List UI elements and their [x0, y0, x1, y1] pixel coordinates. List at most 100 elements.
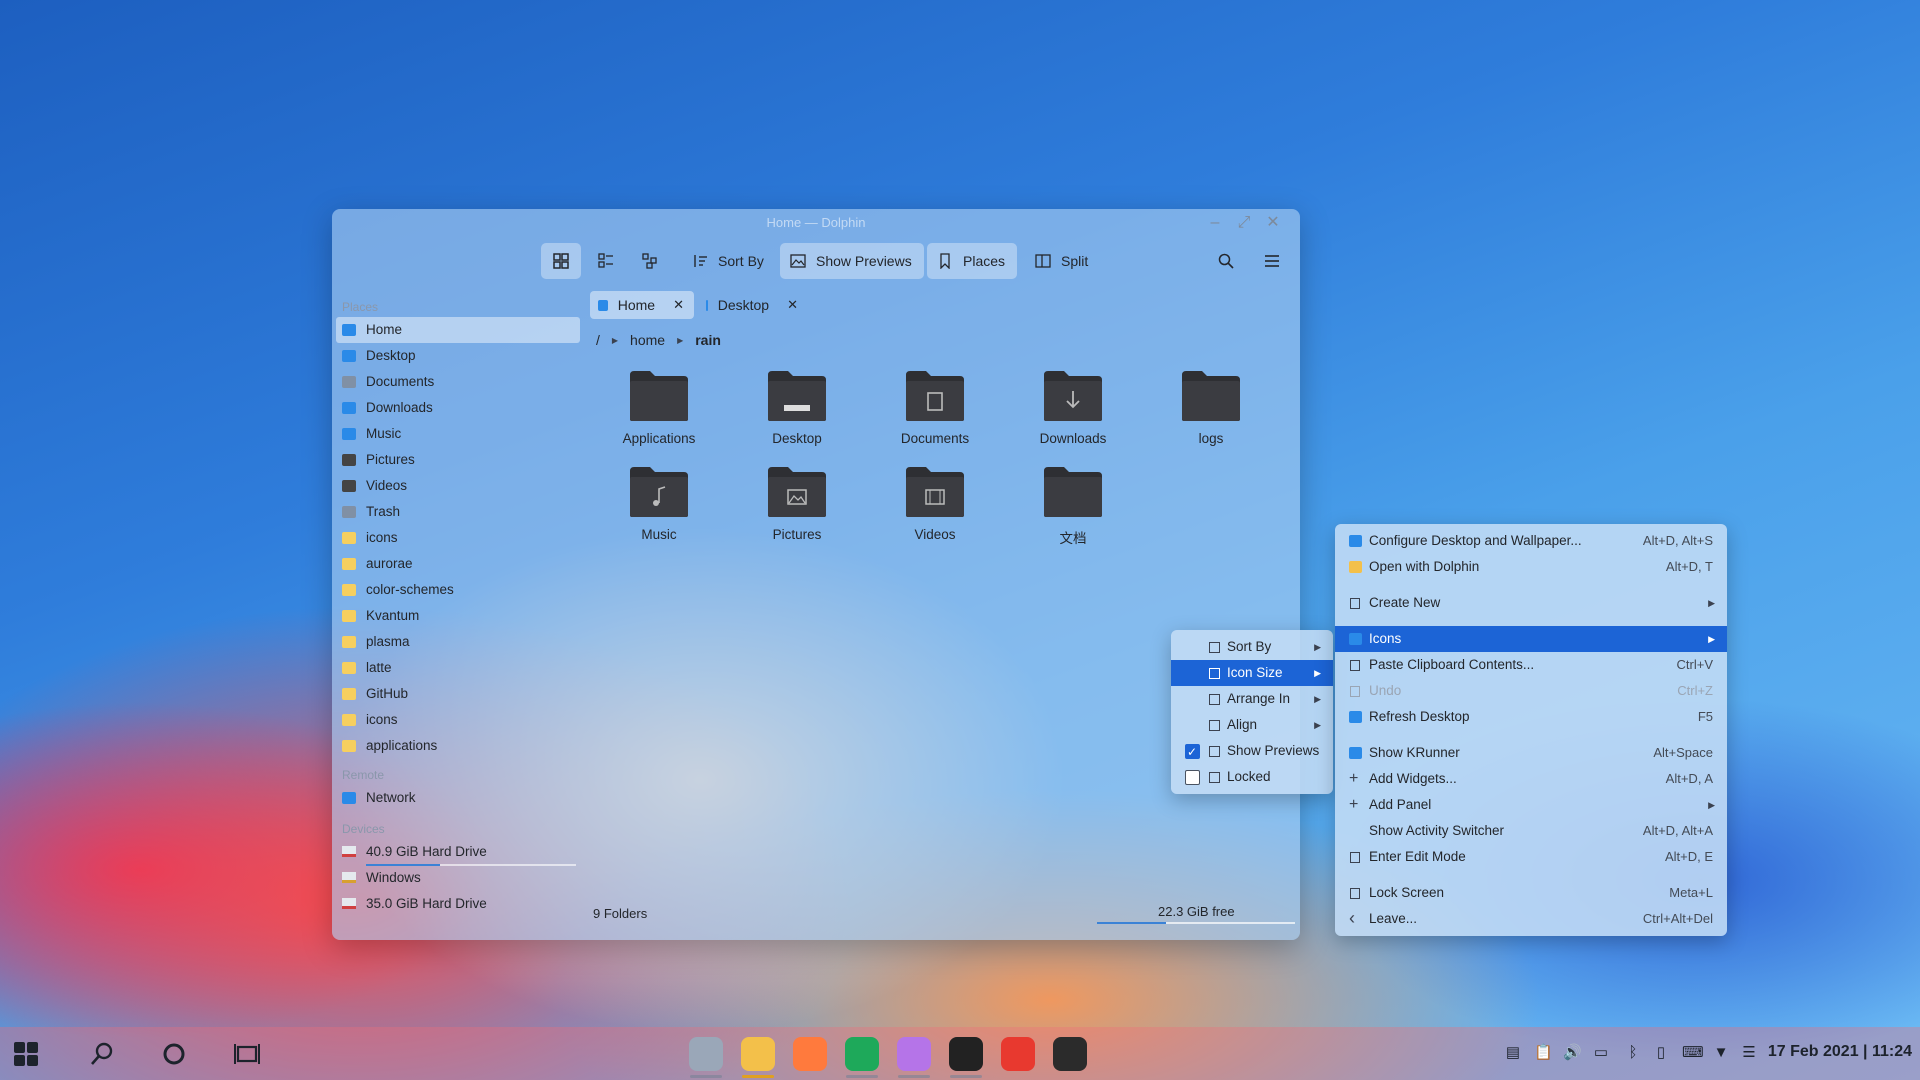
context-item-leave[interactable]: ‹ Leave... Ctrl+Alt+Del: [1335, 906, 1727, 932]
wifi-icon[interactable]: ▼: [1712, 1044, 1730, 1062]
submenu-item-show-previews[interactable]: Show Previews: [1171, 738, 1333, 765]
checkbox[interactable]: [1185, 770, 1200, 785]
submenu-item-sort-by[interactable]: Sort By ▶: [1171, 634, 1333, 660]
sidebar-item-aurorae[interactable]: aurorae: [336, 551, 580, 577]
sidebar-item-icons[interactable]: icons: [336, 707, 580, 733]
tab-home[interactable]: Home ✕: [590, 291, 694, 319]
compact-view-icon: [598, 253, 613, 268]
taskbar-app-netease-music[interactable]: [994, 1027, 1042, 1080]
hamburger-menu-button[interactable]: [1252, 243, 1292, 279]
folder-item[interactable]: Music: [590, 465, 728, 542]
search-button[interactable]: [84, 1027, 120, 1080]
folder-item[interactable]: Documents: [866, 369, 1004, 446]
chevron-right-icon: ▶: [1708, 634, 1715, 644]
tab-desktop[interactable]: Desktop ✕: [698, 291, 808, 319]
minimize-button[interactable]: –: [1206, 214, 1224, 232]
folder-item[interactable]: Videos: [866, 465, 1004, 542]
sidebar-item-desktop[interactable]: Desktop: [336, 343, 580, 369]
sidebar-item-trash[interactable]: Trash: [336, 499, 580, 525]
compact-view-button[interactable]: [586, 243, 626, 279]
list-icon[interactable]: ☰: [1740, 1044, 1758, 1062]
context-item-enter-edit-mode[interactable]: Enter Edit Mode Alt+D, E: [1335, 844, 1727, 870]
close-tab-icon[interactable]: ✕: [673, 297, 684, 313]
sidebar-item-network[interactable]: Network: [336, 785, 580, 811]
sidebar-item-applications[interactable]: applications: [336, 733, 580, 759]
sidebar-item-pictures[interactable]: Pictures: [336, 447, 580, 473]
sidebar-item-latte[interactable]: latte: [336, 655, 580, 681]
context-item-refresh-desktop[interactable]: Refresh Desktop F5: [1335, 704, 1727, 730]
sidebar-item-hard-drive-2[interactable]: 35.0 GiB Hard Drive: [336, 891, 580, 917]
folder-item[interactable]: Pictures: [728, 465, 866, 542]
chat-icon[interactable]: ▤: [1504, 1044, 1522, 1062]
breadcrumb-root[interactable]: /: [596, 332, 600, 348]
context-item-show-krunner[interactable]: Show KRunner Alt+Space: [1335, 740, 1727, 766]
folder-item[interactable]: Desktop: [728, 369, 866, 446]
context-item-show-activity-switcher[interactable]: Show Activity Switcher Alt+D, Alt+A: [1335, 818, 1727, 844]
bluetooth-icon[interactable]: ᛒ: [1624, 1044, 1642, 1062]
task-view-button[interactable]: [229, 1027, 265, 1080]
sidebar-item-windows[interactable]: Windows: [336, 865, 580, 891]
context-item-open-with-dolphin[interactable]: Open with Dolphin Alt+D, T: [1335, 554, 1727, 580]
breadcrumb-current[interactable]: rain: [695, 332, 721, 348]
clipboard-icon[interactable]: 📋: [1534, 1044, 1553, 1062]
taskbar-app-dolphin[interactable]: [734, 1027, 782, 1080]
taskbar-app-edge[interactable]: [838, 1027, 886, 1080]
search-button[interactable]: [1206, 243, 1246, 279]
system-settings-icon: [689, 1036, 723, 1071]
sidebar-item-music[interactable]: Music: [336, 421, 580, 447]
phone-icon[interactable]: ▯: [1652, 1044, 1670, 1062]
taskbar-app-github[interactable]: [942, 1027, 990, 1080]
sidebar-item-home[interactable]: Home: [336, 317, 580, 343]
maximize-button[interactable]: ⤢: [1235, 214, 1253, 232]
folder-item[interactable]: 文档: [1004, 465, 1142, 547]
sidebar-item-videos[interactable]: Videos: [336, 473, 580, 499]
folder-icon: [342, 610, 356, 622]
show-previews-button[interactable]: Show Previews: [780, 243, 924, 279]
taskbar-app-store[interactable]: [890, 1027, 938, 1080]
sidebar-item-github[interactable]: GitHub: [336, 681, 580, 707]
volume-icon[interactable]: 🔊: [1563, 1044, 1582, 1062]
close-tab-icon[interactable]: ✕: [787, 297, 798, 313]
submenu-item-icon-size[interactable]: Icon Size ▶: [1171, 660, 1333, 686]
folder-item[interactable]: Downloads: [1004, 369, 1142, 446]
sidebar-item-hard-drive-1[interactable]: 40.9 GiB Hard Drive: [336, 839, 580, 866]
close-button[interactable]: ✕: [1264, 214, 1282, 232]
breadcrumb-home[interactable]: home: [630, 332, 665, 348]
submenu-item-locked[interactable]: Locked: [1171, 764, 1333, 790]
submenu-item-arrange-in[interactable]: Arrange In ▶: [1171, 686, 1333, 712]
places-button[interactable]: Places: [927, 243, 1018, 279]
folder-icon: [342, 662, 356, 674]
context-item-icons[interactable]: Icons ▶: [1335, 626, 1727, 652]
battery-icon[interactable]: ▭: [1592, 1044, 1610, 1062]
folder-item[interactable]: logs: [1142, 369, 1280, 446]
sidebar-item-color-schemes[interactable]: color-schemes: [336, 577, 580, 603]
sidebar-item-downloads[interactable]: Downloads: [336, 395, 580, 421]
taskbar-app-typora[interactable]: [1046, 1027, 1094, 1080]
details-view-button[interactable]: [630, 243, 670, 279]
split-button[interactable]: Split: [1025, 243, 1100, 279]
context-item-create-new[interactable]: Create New ▶: [1335, 590, 1727, 616]
context-item-lock-screen[interactable]: Lock Screen Meta+L: [1335, 880, 1727, 906]
icons-view-button[interactable]: [541, 243, 581, 279]
sidebar-item-plasma[interactable]: plasma: [336, 629, 580, 655]
sidebar-item-documents[interactable]: Documents: [336, 369, 580, 395]
running-indicator: [898, 1075, 930, 1078]
submenu-item-align[interactable]: Align ▶: [1171, 712, 1333, 738]
context-item-add-panel[interactable]: + Add Panel ▶: [1335, 792, 1727, 818]
taskbar-app-system-settings[interactable]: [682, 1027, 730, 1080]
sidebar-item-icons[interactable]: icons: [336, 525, 580, 551]
folder-label: Music: [641, 527, 677, 542]
taskbar-app-firefox[interactable]: [786, 1027, 834, 1080]
keyboard-icon[interactable]: ⌨: [1682, 1044, 1704, 1062]
sidebar-item-kvantum[interactable]: Kvantum: [336, 603, 580, 629]
checkbox[interactable]: [1185, 739, 1200, 765]
title-bar[interactable]: Home — Dolphin – ⤢ ✕: [332, 209, 1300, 237]
krunner-button[interactable]: [156, 1027, 192, 1080]
sort-by-button[interactable]: Sort By: [682, 243, 776, 279]
context-item-configure-desktop-and-wallpaper[interactable]: Configure Desktop and Wallpaper... Alt+D,…: [1335, 528, 1727, 554]
start-menu-button[interactable]: [8, 1027, 44, 1080]
context-item-add-widgets[interactable]: + Add Widgets... Alt+D, A: [1335, 766, 1727, 792]
folder-item[interactable]: Applications: [590, 369, 728, 446]
clock[interactable]: 17 Feb 2021 | 11:24: [1768, 1043, 1912, 1061]
context-item-paste-clipboard-contents[interactable]: Paste Clipboard Contents... Ctrl+V: [1335, 652, 1727, 678]
